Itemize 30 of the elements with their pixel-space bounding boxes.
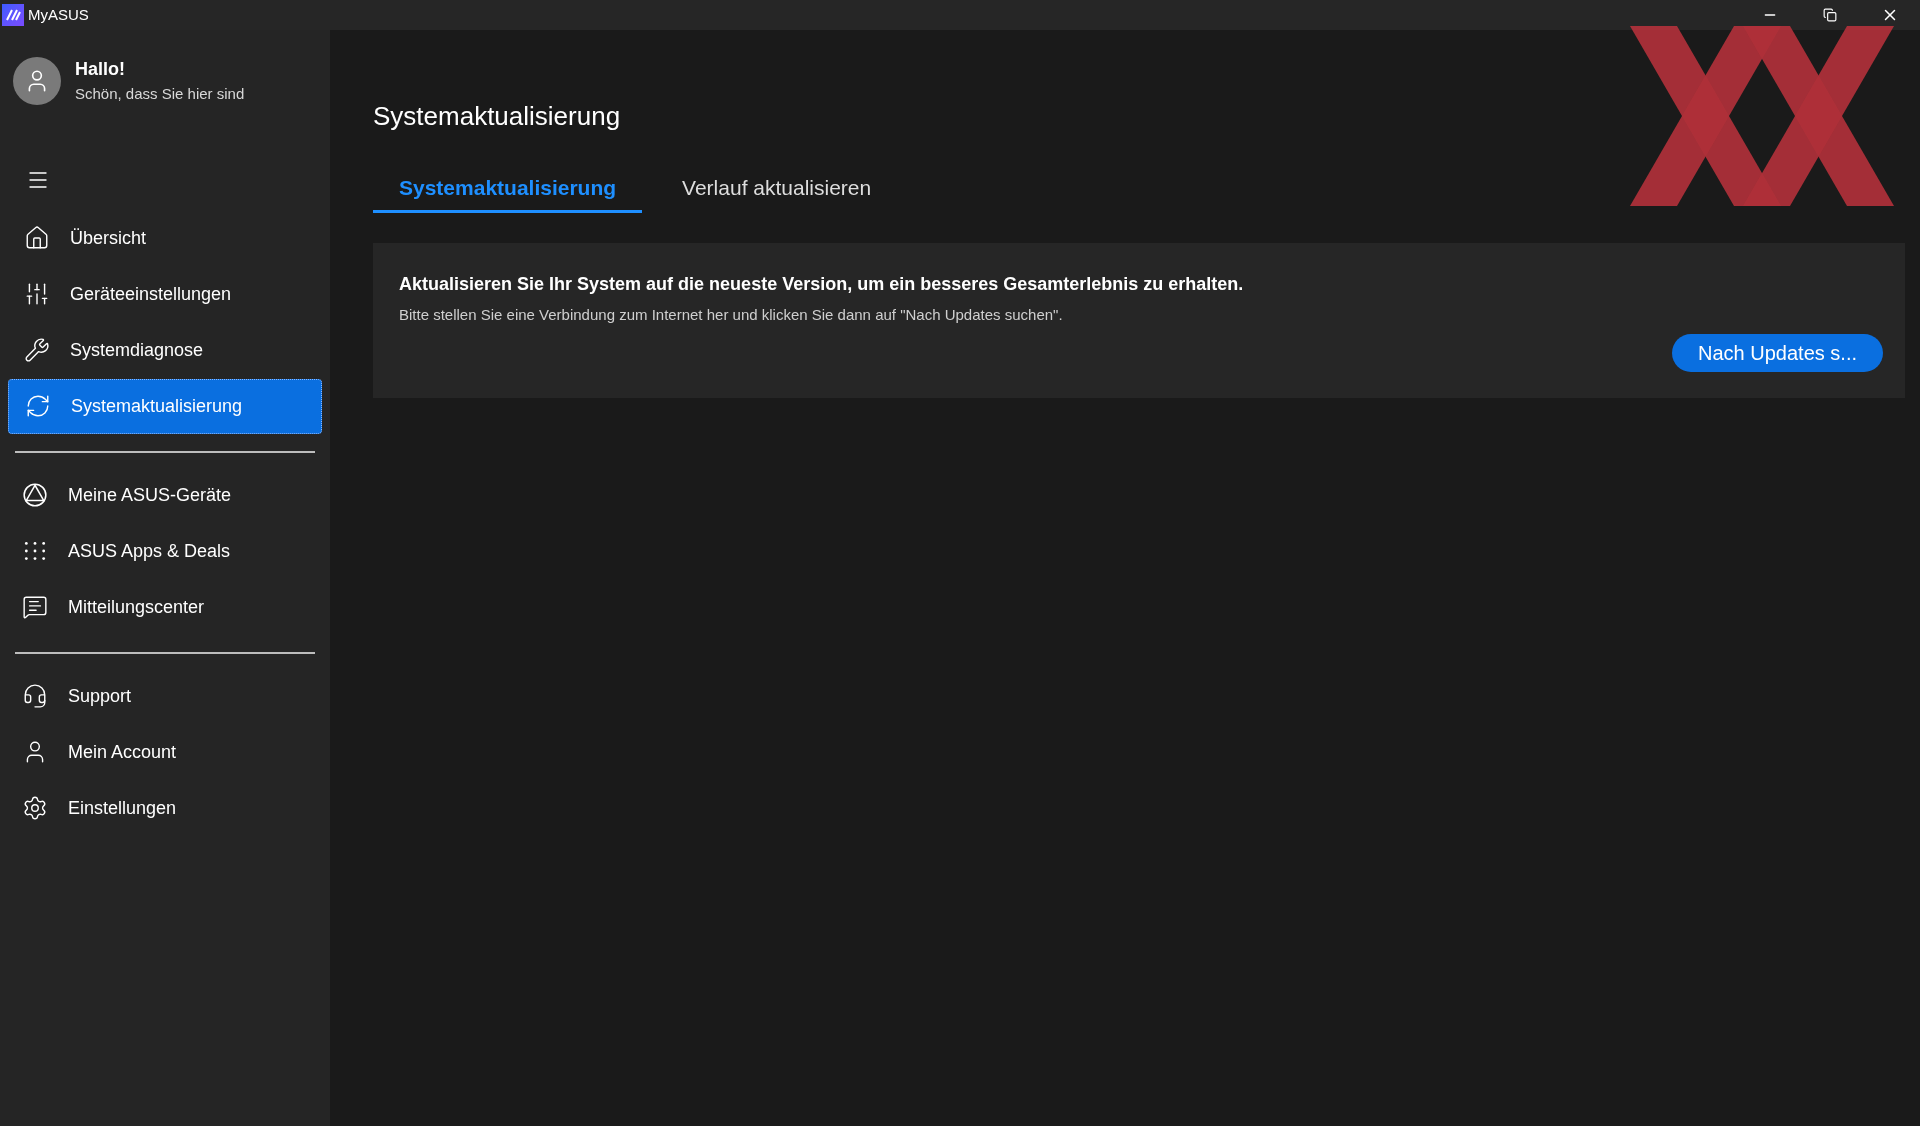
sidebar-item[interactable]: Übersicht <box>8 210 322 266</box>
sidebar-item[interactable]: Geräteeinstellungen <box>8 266 322 322</box>
card-text: Bitte stellen Sie eine Verbindung zum Internet her und klicken Sie dann auf "Nach Updates suchen". <box>399 304 1064 325</box>
restore-icon[interactable] <box>1823 8 1837 22</box>
sidebar-item[interactable]: Mein Account <box>8 724 322 780</box>
card-heading: Aktualisieren Sie Ihr System auf die neueste Version, um ein besseres Gesamterlebnis zu erhalten. <box>399 272 1245 296</box>
tab[interactable]: Verlauf aktualisieren <box>656 172 898 213</box>
triangle-circle-icon <box>22 482 48 508</box>
sliders-icon <box>24 281 50 307</box>
check-updates-button[interactable]: Nach Updates s... <box>1672 334 1883 372</box>
settings-icon <box>22 795 48 821</box>
window-title: MyASUS <box>28 4 89 25</box>
sidebar-item[interactable]: Mitteilungscenter <box>8 579 322 635</box>
greeting-subtitle: Schön, dass Sie hier sind <box>75 84 245 104</box>
headset-icon <box>22 683 48 709</box>
wrench-icon <box>24 337 50 363</box>
sidebar-item[interactable]: Einstellungen <box>8 780 322 836</box>
avatar-icon <box>13 56 61 105</box>
tab[interactable]: Systemaktualisierung <box>373 172 643 213</box>
message-icon <box>22 594 48 620</box>
sidebar-item[interactable]: Meine ASUS-Geräte <box>8 467 322 523</box>
app-logo-icon <box>2 4 24 26</box>
page-title: Systemaktualisierung <box>373 100 622 133</box>
sidebar-item[interactable]: Systemaktualisierung <box>8 378 322 434</box>
sidebar-item[interactable]: Systemdiagnose <box>8 322 322 378</box>
refresh-icon <box>25 393 51 419</box>
home-icon <box>24 225 50 251</box>
sidebar-item[interactable]: ASUS Apps & Deals <box>8 523 322 579</box>
sidebar-item[interactable]: Support <box>8 668 322 724</box>
greeting: Hallo! <box>75 58 126 81</box>
